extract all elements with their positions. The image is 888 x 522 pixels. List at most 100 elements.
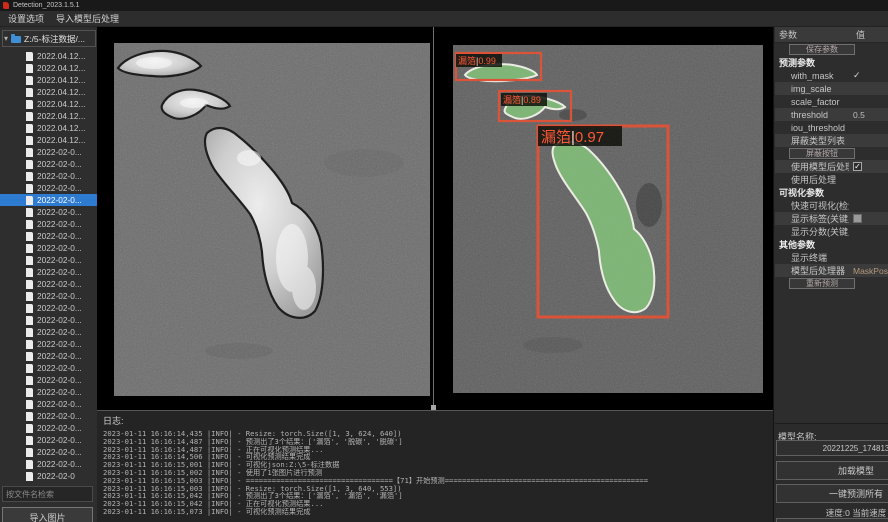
parameter-rows: 保存参数预测参数with_mask✓img_scalescale_factort… bbox=[775, 43, 888, 290]
file-icon bbox=[26, 388, 33, 397]
log-line: 2023-01-11 16:16:14,487 |INFO| - 预测出了3个结… bbox=[103, 438, 767, 446]
list-item[interactable]: 2022-02-0... bbox=[0, 302, 97, 314]
import-images-button[interactable]: 导入图片 bbox=[2, 507, 93, 522]
list-item[interactable]: 2022.04.12... bbox=[0, 122, 97, 134]
list-item[interactable]: 2022-02-0... bbox=[0, 230, 97, 242]
param-value: MaskPostProc bbox=[849, 266, 888, 276]
file-name: 2022-02-0... bbox=[37, 351, 82, 361]
file-icon bbox=[26, 208, 33, 217]
param-row[interactable]: with_mask✓ bbox=[775, 69, 888, 82]
list-item[interactable]: 2022.04.12... bbox=[0, 98, 97, 110]
param-row[interactable]: threshold0.5 bbox=[775, 108, 888, 121]
param-row[interactable]: 快速可视化(检测) bbox=[775, 199, 888, 212]
menu-item-settings[interactable]: 设置选项 bbox=[8, 12, 44, 25]
list-item[interactable]: 2022-02-0... bbox=[0, 398, 97, 410]
file-name: 2022.04.12... bbox=[37, 51, 85, 61]
list-item[interactable]: 2022-02-0... bbox=[0, 386, 97, 398]
file-icon bbox=[26, 76, 33, 85]
param-row[interactable]: 显示分数(关键点) bbox=[775, 225, 888, 238]
list-item[interactable]: 2022-02-0... bbox=[0, 194, 97, 206]
list-item[interactable]: 2022-02-0... bbox=[0, 266, 97, 278]
list-item[interactable]: 2022.04.12... bbox=[0, 110, 97, 122]
list-item[interactable]: 2022-02-0... bbox=[0, 458, 97, 470]
raw-image-viewer[interactable] bbox=[114, 43, 430, 396]
parameter-table: 参数 值 保存参数预测参数with_mask✓img_scalescale_fa… bbox=[775, 27, 888, 424]
list-item[interactable]: 2022-02-0... bbox=[0, 446, 97, 458]
list-item[interactable]: 2022-02-0... bbox=[0, 338, 97, 350]
param-action-button[interactable]: 保存参数 bbox=[789, 44, 855, 55]
file-icon bbox=[26, 220, 33, 229]
model-name-field[interactable]: 20221225_174813 bbox=[776, 440, 888, 456]
list-item[interactable]: 2022-02-0... bbox=[0, 146, 97, 158]
log-line: 2023-01-11 16:16:15,003 |INFO| - =======… bbox=[103, 477, 767, 485]
param-row[interactable]: 使用后处理 bbox=[775, 173, 888, 186]
image-canvas: 漏箔|0.99 漏箔|0.89 漏箔|0.97 bbox=[97, 27, 773, 410]
tree-root-folder[interactable]: ▾ Z:/5-标注数据/... bbox=[2, 30, 96, 47]
param-row[interactable]: iou_threshold bbox=[775, 121, 888, 134]
prediction-image-viewer[interactable]: 漏箔|0.99 漏箔|0.89 漏箔|0.97 bbox=[453, 45, 763, 393]
param-action-button[interactable]: 重新预测 bbox=[789, 278, 855, 289]
list-item[interactable]: 2022.04.12... bbox=[0, 74, 97, 86]
checkbox-checked[interactable]: ✓ bbox=[853, 162, 862, 171]
file-tree[interactable]: ▾ Z:/5-标注数据/... 2022.04.12...2022.04.12.… bbox=[0, 27, 97, 485]
chevron-down-icon[interactable]: ▾ bbox=[4, 35, 8, 43]
list-item[interactable]: 2022-02-0... bbox=[0, 326, 97, 338]
list-item[interactable]: 2022-02-0... bbox=[0, 290, 97, 302]
log-line: 2023-01-11 16:16:15,002 |INFO| - 使用了1张图片… bbox=[103, 469, 767, 477]
list-item[interactable]: 2022-02-0... bbox=[0, 350, 97, 362]
param-row[interactable]: img_scale bbox=[775, 82, 888, 95]
file-icon bbox=[26, 352, 33, 361]
param-row[interactable]: 模型后处理器MaskPostProc bbox=[775, 264, 888, 277]
list-item[interactable]: 2022-02-0... bbox=[0, 314, 97, 326]
param-row[interactable]: 屏蔽类型列表 bbox=[775, 134, 888, 147]
log-console[interactable]: 日志: 2023-01-11 16:16:14,435 |INFO| - Res… bbox=[97, 410, 773, 522]
param-row[interactable]: scale_factor bbox=[775, 95, 888, 108]
param-name: scale_factor bbox=[775, 97, 849, 107]
list-item[interactable]: 2022.04.12... bbox=[0, 86, 97, 98]
list-item[interactable]: 2022-02-0... bbox=[0, 218, 97, 230]
list-item[interactable]: 2022-02-0... bbox=[0, 242, 97, 254]
file-icon bbox=[26, 280, 33, 289]
list-item[interactable]: 2022-02-0 bbox=[0, 470, 97, 482]
param-row[interactable]: 使用模型后处理✓ bbox=[775, 160, 888, 173]
search-input[interactable] bbox=[2, 486, 93, 502]
list-item[interactable]: 2022-02-0... bbox=[0, 374, 97, 386]
list-item[interactable]: 2022-02-0... bbox=[0, 278, 97, 290]
file-name: 2022-02-0 bbox=[37, 471, 75, 481]
predict-all-button[interactable]: 一键预测所有 bbox=[776, 484, 888, 503]
checkbox-empty[interactable] bbox=[853, 214, 862, 223]
list-item[interactable]: 2022-02-0... bbox=[0, 362, 97, 374]
list-item[interactable]: 2022-02-0... bbox=[0, 422, 97, 434]
menu-item-import-postprocess[interactable]: 导入模型后处理 bbox=[56, 12, 119, 25]
column-header-value: 值 bbox=[851, 28, 888, 41]
file-name: 2022-02-0... bbox=[37, 279, 82, 289]
list-item[interactable]: 2022-02-0... bbox=[0, 182, 97, 194]
parameter-table-header: 参数 值 bbox=[775, 27, 888, 43]
file-name: 2022-02-0... bbox=[37, 207, 82, 217]
list-item[interactable]: 2022-02-0... bbox=[0, 410, 97, 422]
file-icon bbox=[26, 196, 33, 205]
list-item[interactable]: 2022.04.12... bbox=[0, 134, 97, 146]
list-item[interactable]: 2022-02-0... bbox=[0, 206, 97, 218]
file-icon bbox=[26, 112, 33, 121]
file-name: 2022.04.12... bbox=[37, 123, 85, 133]
file-sidebar: ▾ Z:/5-标注数据/... 2022.04.12...2022.04.12.… bbox=[0, 27, 97, 522]
param-action-button[interactable]: 屏蔽按钮 bbox=[789, 148, 855, 159]
load-model-button[interactable]: 加载模型 bbox=[776, 461, 888, 480]
list-item[interactable]: 2022-02-0... bbox=[0, 254, 97, 266]
list-item[interactable]: 2022-02-0... bbox=[0, 170, 97, 182]
list-item[interactable]: 2022.04.12... bbox=[0, 50, 97, 62]
file-name: 2022-02-0... bbox=[37, 339, 82, 349]
param-row[interactable]: 显示标签(关键点) bbox=[775, 212, 888, 225]
param-row[interactable]: 显示终端 bbox=[775, 251, 888, 264]
file-name: 2022-02-0... bbox=[37, 447, 82, 457]
list-item[interactable]: 2022-02-0... bbox=[0, 434, 97, 446]
log-title: 日志: bbox=[103, 414, 767, 427]
postprocess-settings-button[interactable]: 后处理参数设置 bbox=[776, 518, 888, 522]
check-icon: ✓ bbox=[849, 70, 861, 81]
parameter-panel: 参数 值 保存参数预测参数with_mask✓img_scalescale_fa… bbox=[773, 27, 888, 522]
folder-icon bbox=[11, 36, 21, 43]
file-name: 2022-02-0... bbox=[37, 327, 82, 337]
list-item[interactable]: 2022.04.12... bbox=[0, 62, 97, 74]
list-item[interactable]: 2022-02-0... bbox=[0, 158, 97, 170]
